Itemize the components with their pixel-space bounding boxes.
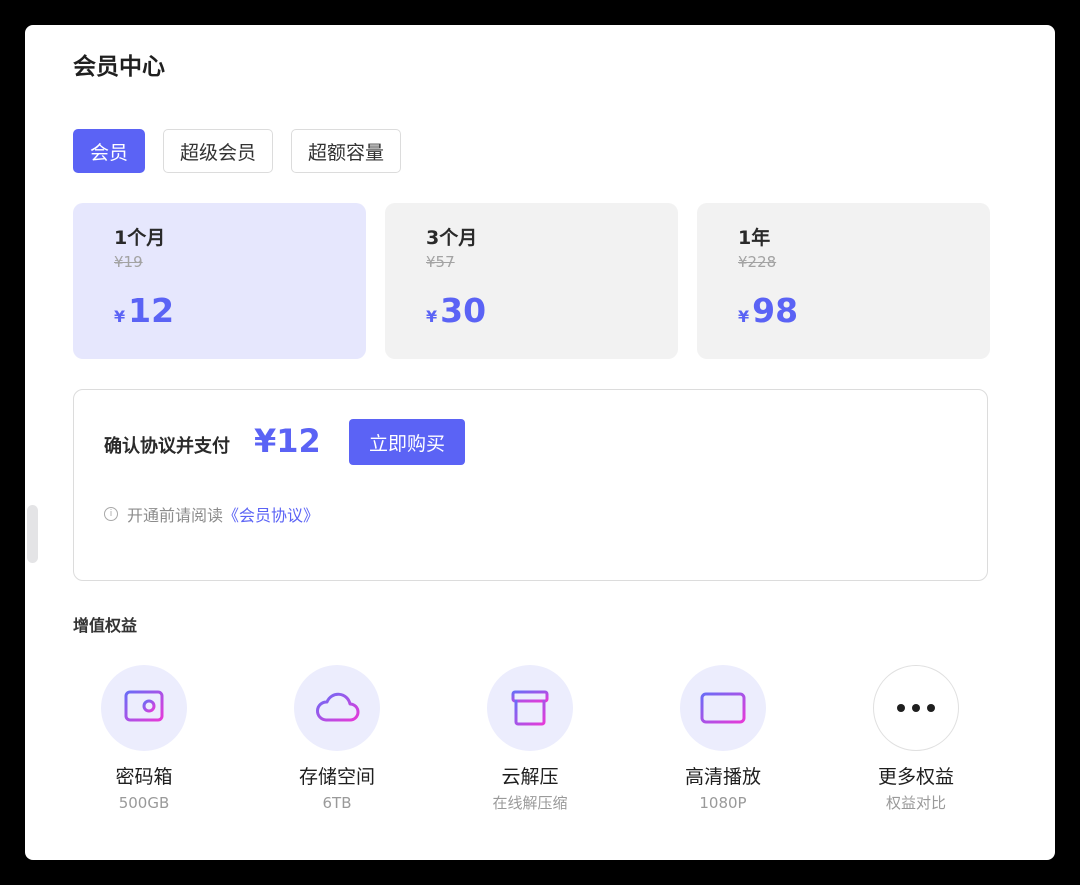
benefit-name: 密码箱 — [115, 766, 173, 788]
scroll-handle[interactable] — [27, 505, 38, 563]
buy-now-button[interactable]: 立即购买 — [349, 419, 465, 465]
price-value: 30 — [440, 291, 487, 330]
membership-tabs: 会员 超级会员 超额容量 — [73, 129, 402, 173]
page-title: 会员中心 — [73, 54, 165, 80]
plan-name: 1年 — [738, 227, 771, 249]
plan-name: 1个月 — [114, 227, 166, 249]
plan-price: ¥ 30 — [426, 291, 486, 330]
currency-symbol: ¥ — [426, 307, 438, 326]
tab-member[interactable]: 会员 — [73, 129, 146, 173]
archive-box-icon — [511, 690, 549, 726]
member-center-panel: 会员中心 会员 超级会员 超额容量 1个月 ¥19 ¥ 12 3个月 ¥57 ¥… — [25, 25, 1055, 860]
cloud-icon — [316, 692, 360, 722]
benefit-name: 更多权益 — [877, 766, 954, 788]
tab-extra-capacity[interactable]: 超额容量 — [291, 129, 402, 173]
currency-symbol: ¥ — [738, 307, 750, 326]
benefit-item-safe-box[interactable]: 密码箱 500GB — [69, 665, 219, 813]
screen-icon — [700, 692, 746, 724]
plan-original-price: ¥57 — [426, 253, 455, 271]
benefit-icon-circle — [487, 665, 573, 751]
benefit-sub: 权益对比 — [885, 794, 946, 812]
plan-options: 1个月 ¥19 ¥ 12 3个月 ¥57 ¥ 30 1年 ¥228 ¥ 98 — [73, 203, 990, 359]
plan-price: ¥ 12 — [114, 291, 174, 330]
plan-original-price: ¥228 — [738, 253, 777, 271]
benefit-sub: 6TB — [322, 794, 352, 812]
benefit-sub: 500GB — [118, 794, 170, 812]
benefit-icon-circle — [873, 665, 959, 751]
tab-super-member[interactable]: 超级会员 — [163, 129, 274, 173]
benefit-item-more[interactable]: 更多权益 权益对比 — [841, 665, 991, 813]
agreement-notice: i 开通前请阅读 《会员协议》 — [104, 502, 319, 526]
benefit-item-cloud-unzip[interactable]: 云解压 在线解压缩 — [455, 665, 605, 813]
member-agreement-link[interactable]: 《会员协议》 — [223, 502, 319, 526]
plan-original-price: ¥19 — [114, 253, 143, 271]
payment-amount: ¥12 — [254, 422, 321, 460]
benefit-icon-circle — [680, 665, 766, 751]
benefit-item-hd-playback[interactable]: 高清播放 1080P — [648, 665, 798, 813]
currency-symbol: ¥ — [114, 307, 126, 326]
benefit-sub: 在线解压缩 — [492, 794, 568, 812]
info-icon: i — [104, 507, 118, 521]
benefit-name: 云解压 — [501, 766, 559, 788]
more-dots-icon — [894, 704, 939, 712]
benefit-icon-circle — [294, 665, 380, 751]
benefit-name: 高清播放 — [684, 766, 761, 788]
benefit-name: 存储空间 — [298, 766, 375, 788]
payment-box: 确认协议并支付 ¥12 立即购买 i 开通前请阅读 《会员协议》 — [73, 389, 988, 581]
benefit-sub: 1080P — [699, 794, 747, 812]
plan-price: ¥ 98 — [738, 291, 798, 330]
plan-card-1-year[interactable]: 1年 ¥228 ¥ 98 — [697, 203, 990, 359]
price-value: 12 — [128, 291, 175, 330]
price-value: 98 — [752, 291, 799, 330]
benefit-icon-circle — [101, 665, 187, 751]
safe-box-icon — [124, 690, 164, 727]
notice-text: 开通前请阅读 — [127, 506, 224, 525]
plan-card-3-months[interactable]: 3个月 ¥57 ¥ 30 — [385, 203, 678, 359]
plan-name: 3个月 — [426, 227, 478, 249]
payment-label: 确认协议并支付 — [104, 436, 230, 457]
benefits-title: 增值权益 — [73, 616, 138, 635]
benefit-item-storage[interactable]: 存储空间 6TB — [262, 665, 412, 813]
plan-card-1-month[interactable]: 1个月 ¥19 ¥ 12 — [73, 203, 366, 359]
